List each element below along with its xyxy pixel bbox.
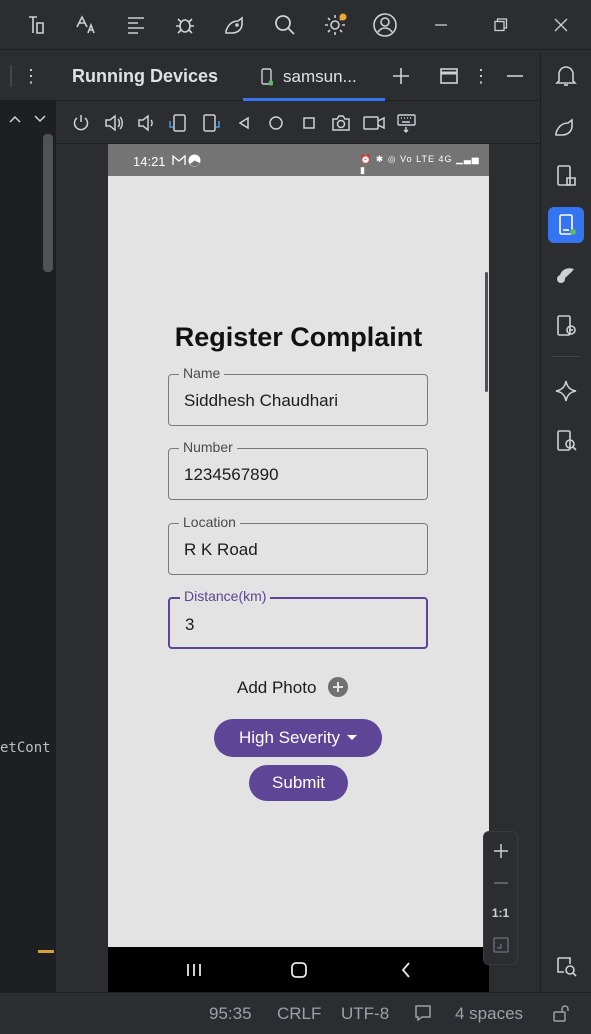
change-marker: [38, 950, 54, 953]
restore-icon[interactable]: [486, 10, 516, 40]
dropdown-arrow-icon: [347, 735, 358, 740]
power-icon[interactable]: [70, 112, 92, 134]
submit-label: Submit: [272, 773, 325, 792]
zoom-controls: 1:1: [483, 831, 518, 965]
rotate-left-icon[interactable]: [167, 112, 189, 134]
divider: [10, 65, 12, 87]
line-separator[interactable]: CRLF: [277, 1004, 321, 1024]
back-icon[interactable]: [233, 112, 255, 134]
phone-screen: 14:21 ⏰ ✱ ◎ Vo LTE 4G ▁▃▅ ▮ Register Com…: [108, 144, 489, 992]
name-field[interactable]: Name Siddhesh Chaudhari: [168, 365, 428, 426]
add-device-icon[interactable]: [388, 63, 414, 89]
minimize-icon[interactable]: [426, 10, 456, 40]
display-scrollbar[interactable]: [485, 272, 488, 392]
zoom-ratio[interactable]: 1:1: [484, 906, 517, 920]
zoom-in-icon[interactable]: [490, 840, 512, 862]
nav-home-icon[interactable]: [287, 959, 311, 981]
distance-field-value: 3: [185, 615, 195, 634]
notifications-icon[interactable]: [548, 58, 584, 94]
severity-label: High Severity: [238, 728, 341, 747]
app-inspection-icon[interactable]: [548, 423, 584, 459]
phone-tab-icon: [261, 68, 274, 91]
device-toolbar: [56, 102, 540, 144]
distance-field-label: Distance(km): [180, 588, 271, 604]
chevron-down-icon[interactable]: [31, 110, 49, 128]
location-field-label: Location: [179, 514, 240, 530]
phone-status-bar: 14:21 ⏰ ✱ ◎ Vo LTE 4G ▁▃▅ ▮: [108, 144, 489, 176]
recents-icon[interactable]: [182, 959, 206, 981]
running-devices-icon[interactable]: [548, 207, 584, 243]
gemini-icon[interactable]: [548, 373, 584, 409]
debug-icon[interactable]: [170, 10, 200, 40]
hide-panel-icon[interactable]: [502, 63, 528, 89]
settings-icon[interactable]: [320, 10, 350, 40]
rotate-right-icon[interactable]: [200, 112, 222, 134]
number-field-value: 1234567890: [184, 465, 279, 484]
overview-icon[interactable]: [298, 112, 320, 134]
volume-down-icon[interactable]: [135, 112, 157, 134]
panel-title: Running Devices: [72, 66, 219, 86]
nav-back-icon[interactable]: [394, 959, 418, 981]
close-icon[interactable]: [546, 10, 576, 40]
file-encoding[interactable]: UTF-8: [341, 1004, 389, 1024]
name-field-label: Name: [179, 365, 225, 381]
tab-device[interactable]: samsun...: [243, 51, 385, 101]
screen-record-icon[interactable]: [363, 112, 385, 134]
device-manager-icon[interactable]: [220, 10, 250, 40]
status-time: 14:21: [133, 154, 166, 169]
main-toolbar: [0, 0, 591, 50]
divider: [552, 356, 580, 357]
device-mirroring-icon[interactable]: [548, 308, 584, 344]
device-tab-label: samsun...: [283, 67, 357, 86]
home-icon[interactable]: [265, 112, 287, 134]
submit-button[interactable]: Submit: [249, 765, 348, 801]
project-structure-icon[interactable]: [22, 10, 52, 40]
device-file-explorer-icon[interactable]: [548, 158, 584, 194]
phone-nav-bar: [108, 947, 489, 992]
number-field[interactable]: Number 1234567890: [168, 439, 428, 500]
add-photo-label[interactable]: Add Photo: [237, 678, 316, 698]
panel-options-icon[interactable]: ⋮: [470, 63, 492, 89]
severity-dropdown[interactable]: High Severity: [214, 719, 382, 757]
cursor-position[interactable]: 95:35: [209, 1004, 252, 1024]
lock-icon[interactable]: [549, 1001, 573, 1025]
keyboard-icon[interactable]: [396, 112, 418, 134]
screenshot-icon[interactable]: [330, 112, 352, 134]
mail-icon: [172, 154, 186, 169]
app-quality-icon[interactable]: [548, 257, 584, 293]
search-icon[interactable]: [270, 10, 300, 40]
code-fragment: etCont: [0, 740, 51, 756]
add-photo-icon[interactable]: [328, 677, 348, 697]
readonly-toggle-icon[interactable]: [412, 1002, 434, 1024]
name-field-value: Siddhesh Chaudhari: [184, 391, 339, 410]
location-field-value: R K Road: [184, 540, 258, 559]
logcat-icon[interactable]: [121, 10, 151, 40]
indent-setting[interactable]: 4 spaces: [455, 1004, 523, 1024]
gradle-icon[interactable]: [548, 108, 584, 144]
volume-up-icon[interactable]: [103, 112, 125, 134]
fit-screen-icon[interactable]: [490, 934, 512, 956]
layout-inspector-icon[interactable]: [548, 948, 584, 984]
editor-scrollbar[interactable]: [43, 134, 53, 272]
chevron-up-icon[interactable]: [6, 110, 24, 128]
distance-field[interactable]: Distance(km) 3: [168, 588, 428, 649]
screen-title: Register Complaint: [174, 322, 423, 352]
layout-icon[interactable]: [436, 63, 462, 89]
account-icon[interactable]: [370, 10, 400, 40]
app-notification-icon: [188, 154, 201, 170]
translate-icon[interactable]: [71, 10, 101, 40]
zoom-out-icon[interactable]: [490, 872, 512, 894]
number-field-label: Number: [179, 439, 237, 455]
more-options-icon[interactable]: ⋮: [20, 64, 42, 88]
location-field[interactable]: Location R K Road: [168, 514, 428, 575]
status-indicators: ⏰ ✱ ◎ Vo LTE 4G ▁▃▅ ▮: [360, 154, 480, 175]
editor-header: ⋮: [0, 51, 56, 101]
status-bar: 95:35 CRLF UTF-8 4 spaces: [0, 992, 591, 1034]
